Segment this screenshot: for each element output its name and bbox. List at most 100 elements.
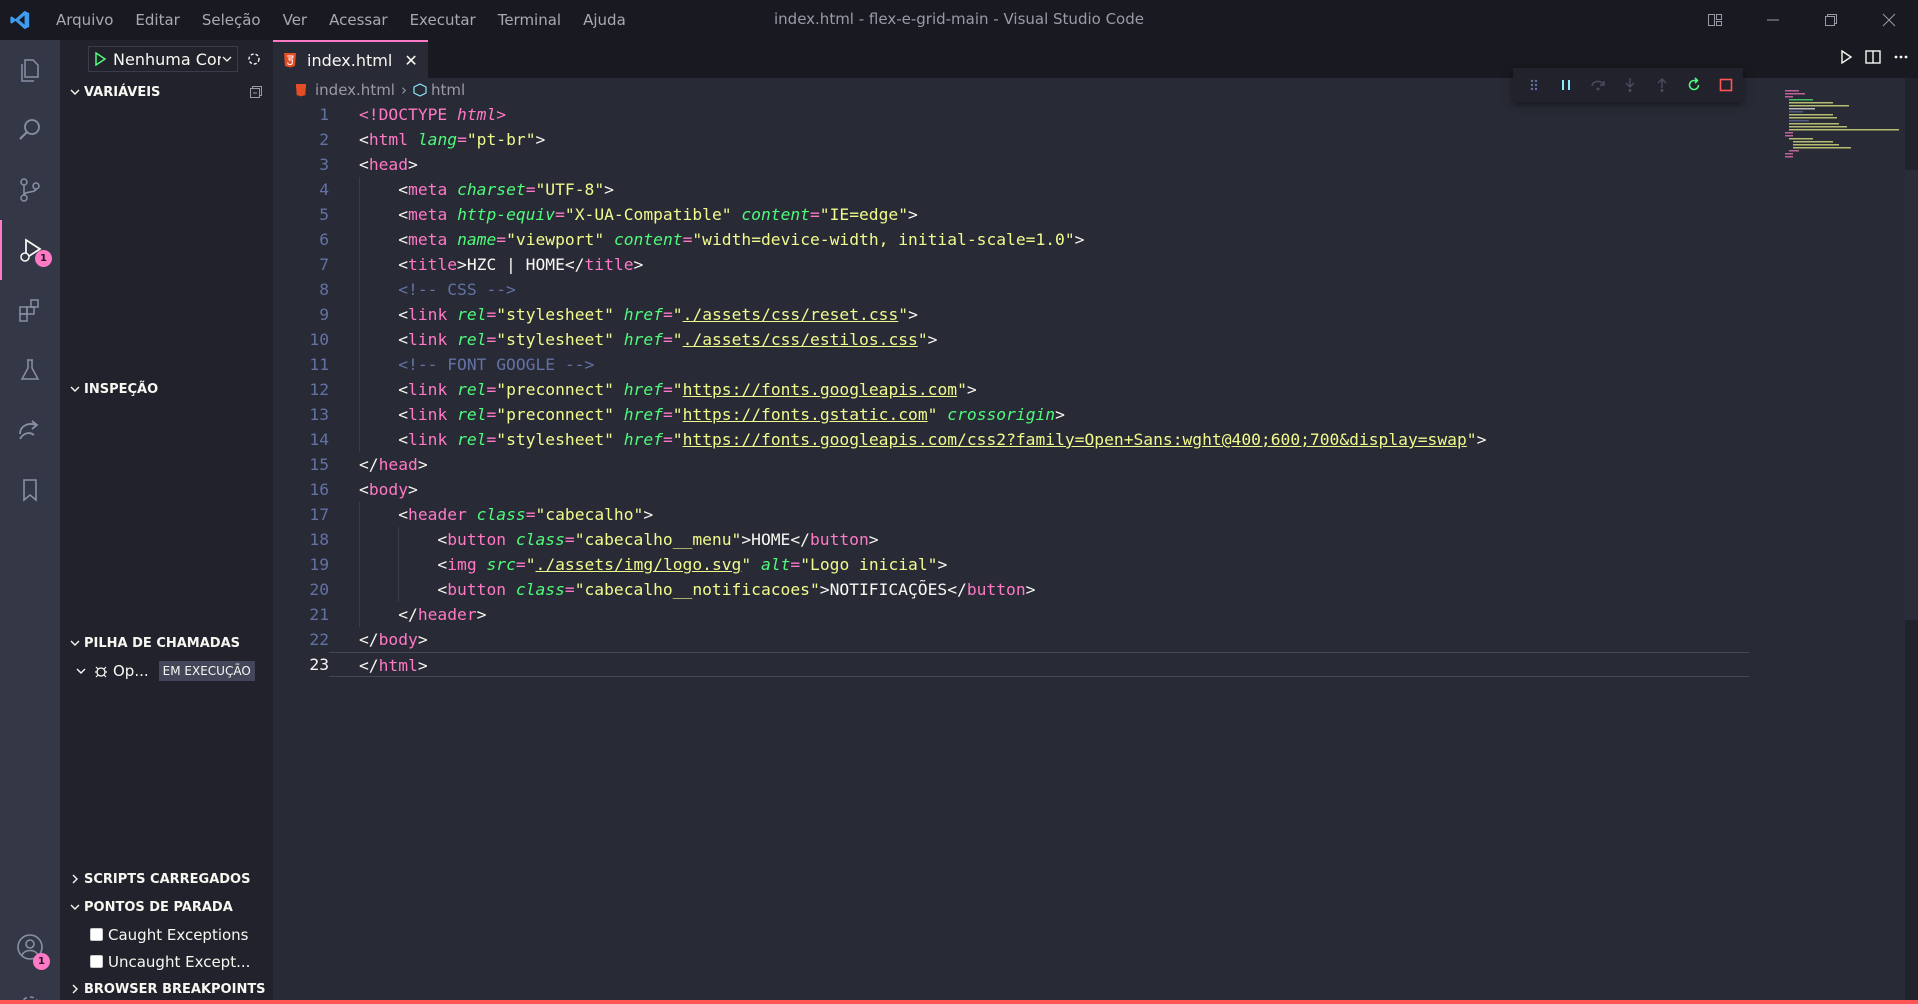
- html-element-icon: [413, 83, 427, 97]
- checkbox[interactable]: [90, 928, 103, 941]
- code-line: 2 <html lang="pt-br">: [319, 130, 546, 149]
- split-editor-icon[interactable]: [1864, 48, 1882, 70]
- more-actions-icon[interactable]: [1892, 48, 1910, 70]
- breakpoint-caught-exceptions[interactable]: Caught Exceptions: [60, 921, 273, 948]
- run-config-label: Nenhuma Cor: [113, 49, 221, 69]
- html5-file-icon: [284, 53, 296, 68]
- customize-layout-icon[interactable]: [1686, 0, 1744, 40]
- breadcrumb-file[interactable]: index.html: [315, 81, 395, 99]
- step-out-icon[interactable]: [1653, 76, 1671, 94]
- explorer-icon[interactable]: [0, 40, 60, 100]
- menu-editar[interactable]: Editar: [124, 5, 190, 35]
- code-line: 6 <meta name="viewport" content="width=d…: [273, 227, 1773, 252]
- restore-icon[interactable]: [1802, 0, 1860, 40]
- code-line: 7 <title>HZC | HOME</title>: [273, 252, 1773, 277]
- extensions-icon[interactable]: [0, 280, 60, 340]
- bookmarks-icon[interactable]: [0, 460, 60, 520]
- tab-index-html[interactable]: index.html ✕: [273, 40, 428, 78]
- callstack-header[interactable]: PILHA DE CHAMADAS: [60, 629, 273, 657]
- run-icon[interactable]: [1838, 49, 1854, 69]
- stop-icon[interactable]: [1717, 76, 1735, 94]
- breakpoint-label: Uncaught Except...: [108, 952, 251, 971]
- breakpoint-uncaught-exceptions[interactable]: Uncaught Except...: [60, 948, 273, 975]
- variables-header[interactable]: VARIÁVEIS: [60, 78, 273, 106]
- loaded-scripts-header[interactable]: SCRIPTS CARREGADOS: [60, 865, 273, 893]
- drag-handle-icon[interactable]: [1525, 76, 1543, 94]
- code-line: 22 </body>: [309, 630, 428, 649]
- menu-selecao[interactable]: Seleção: [191, 5, 272, 35]
- debug-session-icon: [95, 666, 107, 677]
- menu-bar: Arquivo Editar Seleção Ver Acessar Execu…: [45, 0, 637, 40]
- code-line: 1 <!DOCTYPE html>: [319, 105, 507, 124]
- search-icon[interactable]: [0, 100, 60, 160]
- collapse-all-icon[interactable]: [249, 85, 263, 103]
- title-bar: Arquivo Editar Seleção Ver Acessar Execu…: [0, 0, 1918, 40]
- breakpoints-header[interactable]: PONTOS DE PARADA: [60, 893, 273, 921]
- code-line: 4 <meta charset="UTF-8">: [273, 177, 1773, 202]
- minimize-icon[interactable]: [1744, 0, 1802, 40]
- vscode-logo-icon: [0, 0, 40, 40]
- code-line: 3 <head>: [319, 155, 418, 174]
- pause-icon[interactable]: [1557, 76, 1575, 94]
- chevron-right-icon: ›: [400, 81, 407, 99]
- run-debug-icon[interactable]: 1: [0, 220, 60, 280]
- watch-header[interactable]: INSPEÇÃO: [60, 375, 273, 403]
- chevron-down-icon: [66, 901, 84, 913]
- minimap[interactable]: [1781, 88, 1901, 178]
- chevron-right-icon: [66, 983, 84, 995]
- code-line: 11 <!-- FONT GOOGLE -->: [273, 352, 1773, 377]
- browser-breakpoints-title: BROWSER BREAKPOINTS: [84, 981, 266, 997]
- start-debug-icon[interactable]: [93, 52, 107, 66]
- code-line: 21 </header>: [273, 602, 1773, 627]
- code-line: 17 <header class="cabecalho">: [273, 502, 1773, 527]
- menu-executar[interactable]: Executar: [399, 5, 487, 35]
- code-line: 23 </html>: [273, 652, 1773, 677]
- menu-acessar[interactable]: Acessar: [318, 5, 398, 35]
- code-line: 19 <img src="./assets/img/logo.svg" alt=…: [273, 552, 1773, 577]
- callstack-session[interactable]: Op... EM EXECUÇÃO: [60, 657, 273, 684]
- debug-sidebar: Nenhuma Cor VARIÁVEIS INSPEÇÃO PILHA DE …: [60, 40, 273, 1004]
- chevron-down-icon: [66, 383, 84, 395]
- chevron-down-icon: [66, 637, 84, 649]
- callstack-title: PILHA DE CHAMADAS: [84, 635, 241, 651]
- code-line: 20 <button class="cabecalho__notificacoe…: [273, 577, 1773, 602]
- menu-ver[interactable]: Ver: [272, 5, 319, 35]
- code-line: 8 <!-- CSS -->: [273, 277, 1773, 302]
- window-controls: [1686, 0, 1918, 40]
- code-line: 14 <link rel="stylesheet" href="https://…: [273, 427, 1773, 452]
- menu-ajuda[interactable]: Ajuda: [572, 5, 637, 35]
- activity-bar: 1 1: [0, 40, 60, 1004]
- chevron-down-icon: [222, 56, 232, 62]
- variables-title: VARIÁVEIS: [84, 84, 161, 100]
- run-configuration-select[interactable]: Nenhuma Cor: [88, 46, 238, 72]
- close-window-icon[interactable]: [1860, 0, 1918, 40]
- testing-icon[interactable]: [0, 340, 60, 400]
- menu-arquivo[interactable]: Arquivo: [45, 5, 124, 35]
- watch-title: INSPEÇÃO: [84, 381, 159, 397]
- step-into-icon[interactable]: [1621, 76, 1639, 94]
- debug-settings-icon[interactable]: [246, 51, 260, 67]
- scrollbar-thumb[interactable]: [1905, 170, 1918, 620]
- editor-area: index.html ✕ index.html › html 1 <!DOCTYP…: [273, 40, 1918, 1004]
- browser-breakpoints-header[interactable]: BROWSER BREAKPOINTS: [60, 975, 273, 1003]
- code-line: 10 <link rel="stylesheet" href="./assets…: [273, 327, 1773, 352]
- callstack-body: Op... EM EXECUÇÃO: [60, 657, 273, 684]
- step-over-icon[interactable]: [1589, 76, 1607, 94]
- code-line: 9 <link rel="stylesheet" href="./assets/…: [273, 302, 1773, 327]
- remote-explorer-icon[interactable]: [0, 400, 60, 460]
- source-control-icon[interactable]: [0, 160, 60, 220]
- code-line: 18 <button class="cabecalho__menu">HOME<…: [273, 527, 1773, 552]
- chevron-down-icon: [76, 668, 86, 674]
- accounts-icon[interactable]: 1: [0, 917, 60, 977]
- code-editor[interactable]: 1 <!DOCTYPE html> 2 <html lang="pt-br"> 3 <…: [273, 102, 1773, 677]
- close-tab-icon[interactable]: ✕: [404, 51, 417, 70]
- breakpoints-list: Caught Exceptions Uncaught Except...: [60, 921, 273, 975]
- code-line: 16 <body>: [309, 480, 418, 499]
- restart-icon[interactable]: [1685, 76, 1703, 94]
- code-line: 15 </head>: [309, 455, 428, 474]
- breadcrumb-symbol[interactable]: html: [431, 81, 465, 99]
- html5-file-icon: [295, 84, 307, 97]
- chevron-right-icon: [66, 873, 84, 885]
- menu-terminal[interactable]: Terminal: [487, 5, 572, 35]
- checkbox[interactable]: [90, 955, 103, 968]
